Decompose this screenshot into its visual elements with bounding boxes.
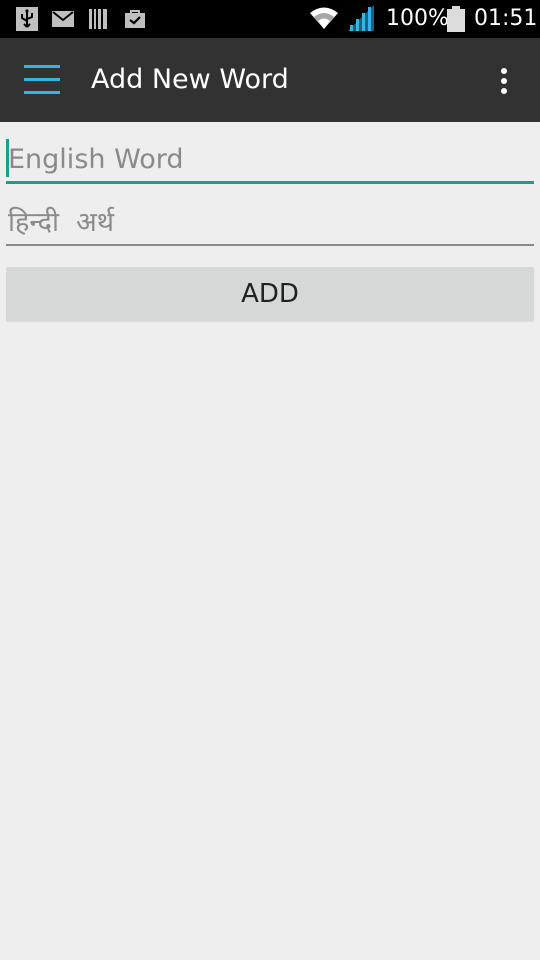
battery-percent: 100% [386,6,449,31]
overflow-menu-icon[interactable] [488,60,520,100]
wifi-icon [309,6,339,34]
usb-icon [16,7,38,35]
hindi-meaning-field [6,200,534,246]
text-cursor [6,139,9,177]
barcode-icon [89,9,107,33]
english-word-field [6,136,534,184]
page-title: Add New Word [91,64,289,95]
add-button[interactable]: ADD [6,267,534,321]
mail-icon [52,11,74,31]
action-bar: Add New Word [0,38,540,122]
english-word-input[interactable] [6,136,534,182]
hamburger-menu-icon[interactable] [16,60,68,100]
english-word-underline [6,181,534,184]
app-screen: 100% 01:51 Add New Word English Word हिन… [0,0,540,960]
signal-icon [348,5,374,35]
bag-icon [124,9,146,33]
battery-icon [447,6,465,36]
hindi-meaning-underline [6,244,534,246]
status-bar: 100% 01:51 [0,0,540,38]
hindi-meaning-input[interactable] [6,200,534,244]
clock: 01:51 [474,6,538,31]
